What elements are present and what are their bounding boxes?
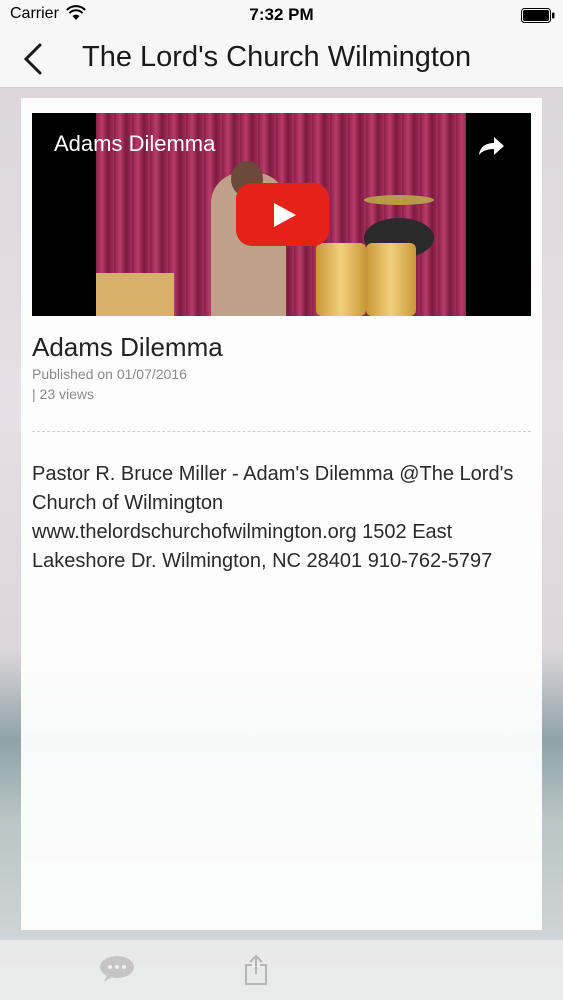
back-button[interactable] [18,40,52,78]
nav-bar: The Lord's Church Wilmington [0,30,563,88]
thumbnail-conga [366,243,416,316]
divider [32,431,531,432]
view-count: | 23 views [32,386,94,402]
page-title: The Lord's Church Wilmington [82,41,472,73]
video-description: Pastor R. Bruce Miller - Adam's Dilemma … [32,463,514,572]
content-card: Adams Dilemma Adams Dilemma Published on… [21,98,542,930]
video-overlay-title: Adams Dilemma [54,131,216,156]
status-bar: Carrier 7:32 PM [0,0,563,30]
share-icon[interactable] [244,954,268,986]
battery-icon [521,8,555,23]
play-icon [274,203,296,227]
thumbnail-conga [316,243,366,316]
bottom-toolbar [0,940,563,1000]
thumbnail-cymbal [364,195,434,205]
video-title: Adams Dilemma [32,332,223,362]
published-date: Published on 01/07/2016 [32,366,187,382]
comment-icon[interactable] [99,955,135,983]
video-player[interactable]: Adams Dilemma [32,113,531,316]
share-arrow-icon[interactable] [476,135,506,157]
status-time: 7:32 PM [249,5,314,24]
thumbnail-podium [96,273,174,316]
play-button[interactable] [236,183,329,246]
chevron-left-icon [23,43,42,75]
